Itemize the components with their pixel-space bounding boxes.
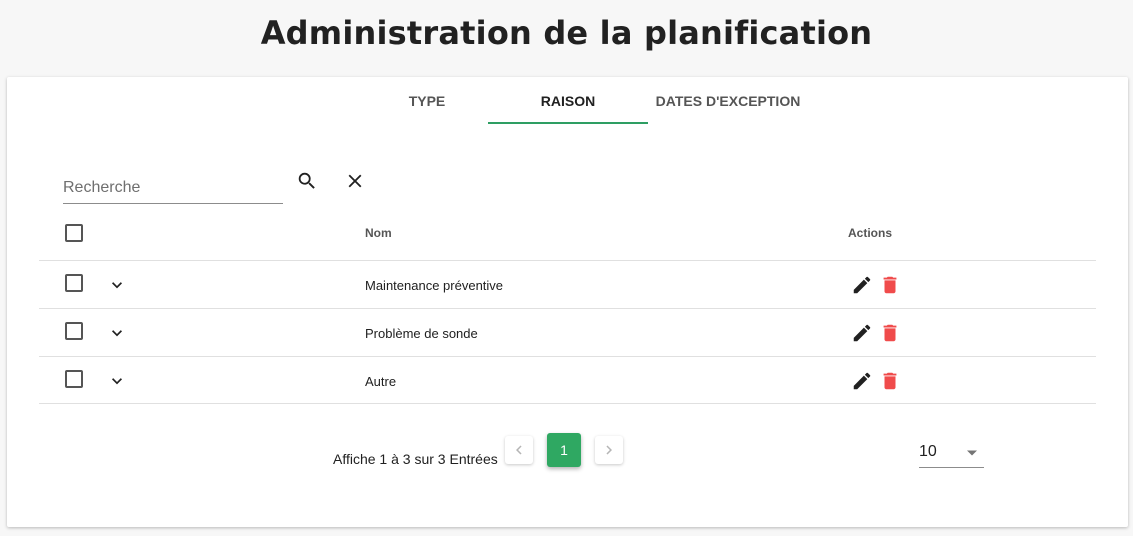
- main-card: TYPE RAISON DATES D'EXCEPTION Nom Action…: [7, 77, 1128, 527]
- rows-per-page-select[interactable]: 10: [919, 436, 984, 468]
- select-all-checkbox[interactable]: [65, 224, 83, 242]
- chevron-down-icon[interactable]: [107, 323, 127, 343]
- previous-page-button[interactable]: [505, 436, 533, 464]
- row-name: Maintenance préventive: [365, 277, 504, 293]
- chevron-down-icon[interactable]: [107, 275, 127, 295]
- column-header-actions: Actions: [848, 226, 893, 240]
- pencil-icon[interactable]: [851, 370, 873, 392]
- search-input[interactable]: [63, 174, 283, 202]
- search-icon: [298, 172, 315, 189]
- table-row: Maintenance préventive: [39, 260, 1096, 308]
- tab-type[interactable]: TYPE: [367, 77, 487, 125]
- pencil-icon[interactable]: [851, 274, 873, 296]
- page-title: Administration de la planification: [260, 14, 873, 52]
- row-name: Problème de sonde: [365, 325, 478, 341]
- search-field: [63, 174, 283, 204]
- chevron-down-icon[interactable]: [107, 371, 127, 391]
- row-checkbox[interactable]: [65, 322, 83, 340]
- trash-icon[interactable]: [879, 274, 901, 296]
- chevron-left-icon: [516, 445, 522, 455]
- trash-icon[interactable]: [879, 370, 901, 392]
- row-checkbox[interactable]: [65, 370, 83, 388]
- tab-bar: TYPE RAISON DATES D'EXCEPTION: [7, 77, 1128, 125]
- row-checkbox[interactable]: [65, 274, 83, 292]
- chevron-right-icon: [606, 445, 612, 455]
- page-button-current[interactable]: 1: [547, 433, 581, 467]
- pencil-icon[interactable]: [851, 322, 873, 344]
- rows-per-page-value: 10: [919, 443, 937, 460]
- tab-dates-exception[interactable]: DATES D'EXCEPTION: [648, 77, 808, 125]
- active-tab-indicator: [488, 122, 648, 124]
- clear-search-button[interactable]: [341, 167, 369, 195]
- search-button[interactable]: [293, 167, 321, 195]
- tab-raison[interactable]: RAISON: [488, 77, 648, 125]
- table-row: Problème de sonde: [39, 308, 1096, 356]
- close-icon: [348, 174, 362, 188]
- table-row: Autre: [39, 356, 1096, 404]
- next-page-button[interactable]: [595, 436, 623, 464]
- column-header-name[interactable]: Nom: [365, 226, 392, 240]
- trash-icon[interactable]: [879, 322, 901, 344]
- row-name: Autre: [365, 373, 397, 389]
- pagination-info: Affiche 1 à 3 sur 3 Entrées: [333, 451, 498, 467]
- caret-down-icon: [967, 450, 977, 456]
